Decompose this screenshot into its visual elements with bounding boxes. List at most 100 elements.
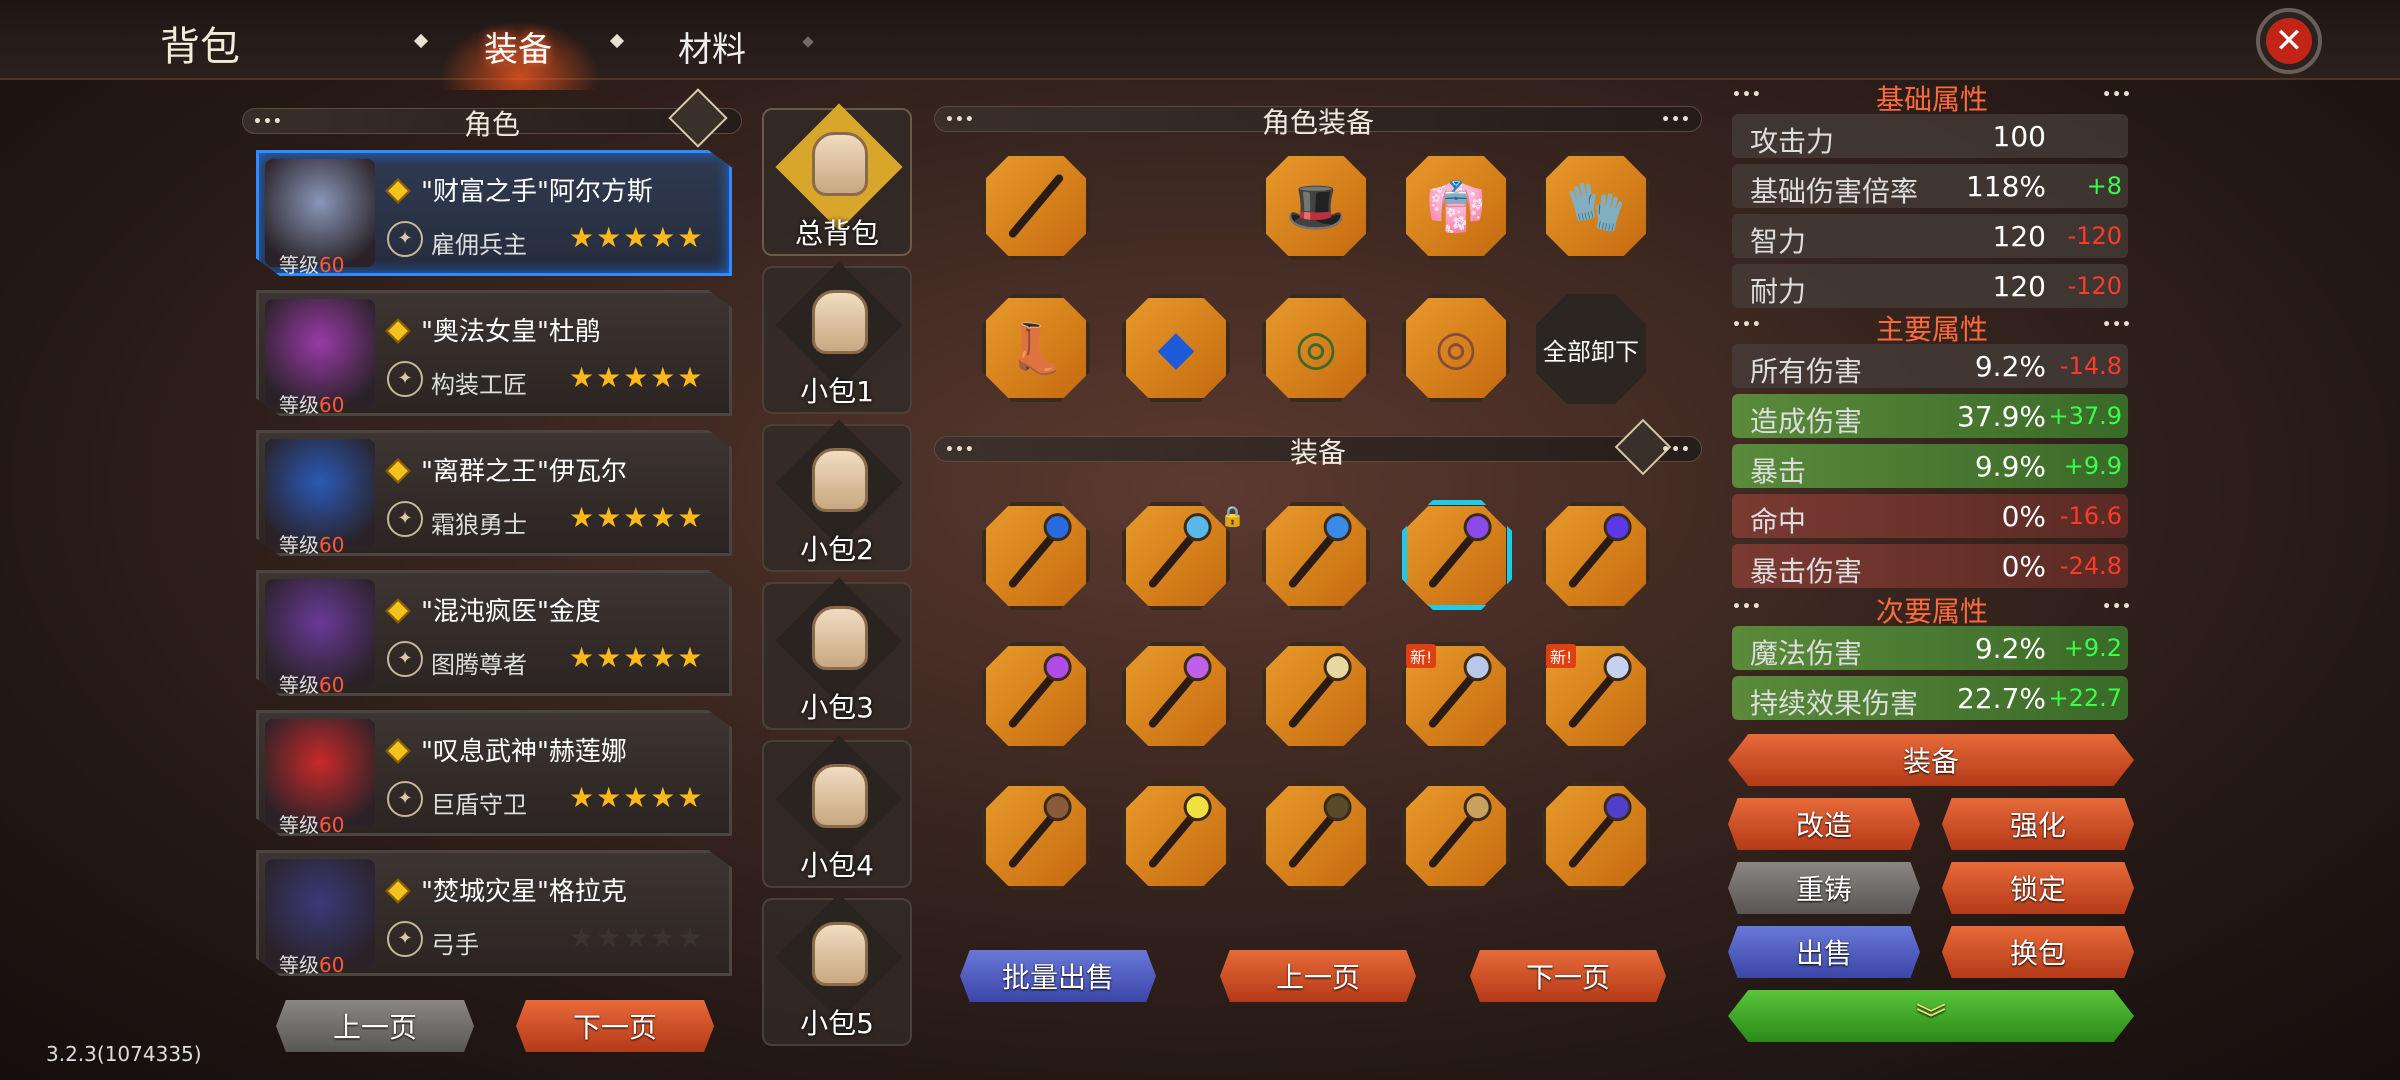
equipped-necklace-slot[interactable]: ◆ <box>1122 294 1230 402</box>
inventory-item[interactable] <box>1542 502 1650 610</box>
staff-icon <box>1427 787 1498 870</box>
stat-delta: -120 <box>2067 222 2122 250</box>
inventory-item[interactable] <box>1262 502 1370 610</box>
equipped-weapon-slot[interactable] <box>982 152 1090 260</box>
inventory-next-button[interactable]: 下一页 <box>1470 950 1666 1002</box>
equipped-hat-slot[interactable]: 🎩 <box>1262 152 1370 260</box>
star-rating: ★★★★★ <box>569 781 705 814</box>
bag-label: 总背包 <box>794 217 879 250</box>
equipped-ring2-slot[interactable]: ◎ <box>1402 294 1510 402</box>
inventory-item[interactable] <box>1122 642 1230 750</box>
page-title: 背包 <box>160 24 240 70</box>
roles-prev-button[interactable]: 上一页 <box>276 1000 474 1052</box>
diamond-icon <box>385 738 411 764</box>
role-name-text: "叹息武神"赫莲娜 <box>421 737 627 767</box>
level-value: 60 <box>319 393 345 417</box>
inventory-item[interactable] <box>1402 782 1510 890</box>
bag-slot[interactable]: 小包5 <box>762 893 912 1046</box>
enhance-button[interactable]: 强化 <box>1942 798 2134 850</box>
diamond-icon <box>385 598 411 624</box>
bag-icon <box>812 764 868 828</box>
inventory-title: 装备 <box>1289 436 1346 469</box>
close-icon: ✕ <box>2266 18 2312 64</box>
stat-value: 120 <box>1992 270 2046 303</box>
staff-icon <box>1147 787 1218 870</box>
staff-icon <box>1427 647 1498 730</box>
inventory-item[interactable] <box>982 782 1090 890</box>
stat-value: 9.9% <box>1974 450 2046 483</box>
equipped-boots-slot[interactable]: 👢 <box>982 294 1090 402</box>
bag-slot[interactable]: 小包3 <box>762 577 912 730</box>
staff-orb <box>1597 787 1638 827</box>
level-label: 等级60 <box>279 529 344 556</box>
main-attributes-title: 主要属性 <box>1875 313 1988 346</box>
bag-slot[interactable]: 小包1 <box>762 261 912 414</box>
inventory-item[interactable] <box>1122 502 1230 610</box>
level-label: 等级60 <box>279 389 345 417</box>
staff-orb <box>1037 507 1078 547</box>
tab-equipment[interactable]: 装备 <box>484 22 552 71</box>
role-class: 图腾尊者 <box>431 651 527 679</box>
staff-orb <box>1457 647 1498 687</box>
stat-row: 智力 120 -120 <box>1732 214 2128 258</box>
batch-sell-button[interactable]: 批量出售 <box>960 950 1156 1002</box>
dots-icon: ••• <box>2102 317 2132 333</box>
bag-slot[interactable]: 总背包 <box>762 103 912 256</box>
bag-label: 小包5 <box>800 1007 874 1040</box>
staff-orb <box>1177 787 1218 827</box>
stat-value: 9.2% <box>1974 350 2046 383</box>
staff-icon <box>1007 507 1078 590</box>
stat-delta: +9.2 <box>2063 634 2122 662</box>
tab-materials[interactable]: 材料 <box>678 22 746 71</box>
bag-icon <box>812 606 868 670</box>
modify-button[interactable]: 改造 <box>1728 798 1920 850</box>
reforge-button[interactable]: 重铸 <box>1728 862 1920 914</box>
sell-button[interactable]: 出售 <box>1728 926 1920 978</box>
diamond-icon <box>385 878 411 904</box>
equipped-armor-slot[interactable]: 👘 <box>1402 152 1510 260</box>
equipped-gloves-slot[interactable]: 🧤 <box>1542 152 1650 260</box>
staff-orb <box>1317 507 1358 547</box>
bag-icon <box>812 132 868 196</box>
role-class: 构装工匠 <box>431 371 527 399</box>
level-label: 等级60 <box>279 669 344 696</box>
unequip-all-button[interactable]: 全部卸下 <box>1536 294 1646 404</box>
role-card[interactable]: 等级60 "奥法女皇"杜鹃 ✦ 构装工匠 ★★★★★ <box>256 290 732 416</box>
role-card[interactable]: 等级60 "混沌疯医"金度 ✦ 图腾尊者 ★★★★★ <box>256 570 732 696</box>
staff-icon <box>1147 507 1218 590</box>
role-name-text: "焚城灾星"格拉克 <box>421 877 627 907</box>
role-card[interactable]: 等级60 "财富之手"阿尔方斯 ✦ 雇佣兵主 ★★★★★ <box>256 150 732 276</box>
stat-name: 智力 <box>1750 225 1807 258</box>
selected-item-ring <box>1402 500 1512 610</box>
inventory-prev-button[interactable]: 上一页 <box>1220 950 1416 1002</box>
staff-icon <box>1287 787 1358 870</box>
role-card[interactable]: 等级60 "焚城灾星"格拉克 ✦ 弓手 ★★★★★ <box>256 850 732 976</box>
inventory-item[interactable] <box>982 642 1090 750</box>
bag-slot[interactable]: 小包4 <box>762 735 912 888</box>
equip-button[interactable]: 装备 <box>1728 734 2134 786</box>
close-button[interactable]: ✕ <box>2256 8 2322 74</box>
equipped-ring1-slot[interactable]: ◎ <box>1262 294 1370 402</box>
roles-next-button[interactable]: 下一页 <box>516 1000 714 1052</box>
expand-button[interactable]: ︾ <box>1728 990 2134 1042</box>
stat-delta: -24.8 <box>2059 552 2122 580</box>
role-card[interactable]: 等级60 "叹息武神"赫莲娜 ✦ 巨盾守卫 ★★★★★ <box>256 710 732 836</box>
equipped-header: ••• 角色装备 ••• <box>934 106 1702 139</box>
stat-delta: +37.9 <box>2048 402 2122 430</box>
role-class: 雇佣兵主 <box>431 231 527 259</box>
main-attributes-header: ••• 主要属性 ••• <box>1726 312 2138 346</box>
stat-name: 暴击伤害 <box>1750 555 1863 588</box>
swap-bag-button[interactable]: 换包 <box>1942 926 2134 978</box>
inventory-item[interactable] <box>1542 782 1650 890</box>
role-card[interactable]: 等级60 "离群之王"伊瓦尔 ✦ 霜狼勇士 ★★★★★ <box>256 430 732 556</box>
inventory-item[interactable] <box>982 502 1090 610</box>
bag-slot[interactable]: 小包2 <box>762 419 912 572</box>
inventory-item[interactable] <box>1122 782 1230 890</box>
staff-orb <box>1177 507 1218 547</box>
stat-row: 攻击力 100 <box>1732 114 2128 158</box>
inventory-item[interactable] <box>1262 782 1370 890</box>
stat-row: 耐力 120 -120 <box>1732 264 2128 308</box>
inventory-item[interactable] <box>1262 642 1370 750</box>
lock-button[interactable]: 锁定 <box>1942 862 2134 914</box>
level-value: 60 <box>319 813 345 837</box>
